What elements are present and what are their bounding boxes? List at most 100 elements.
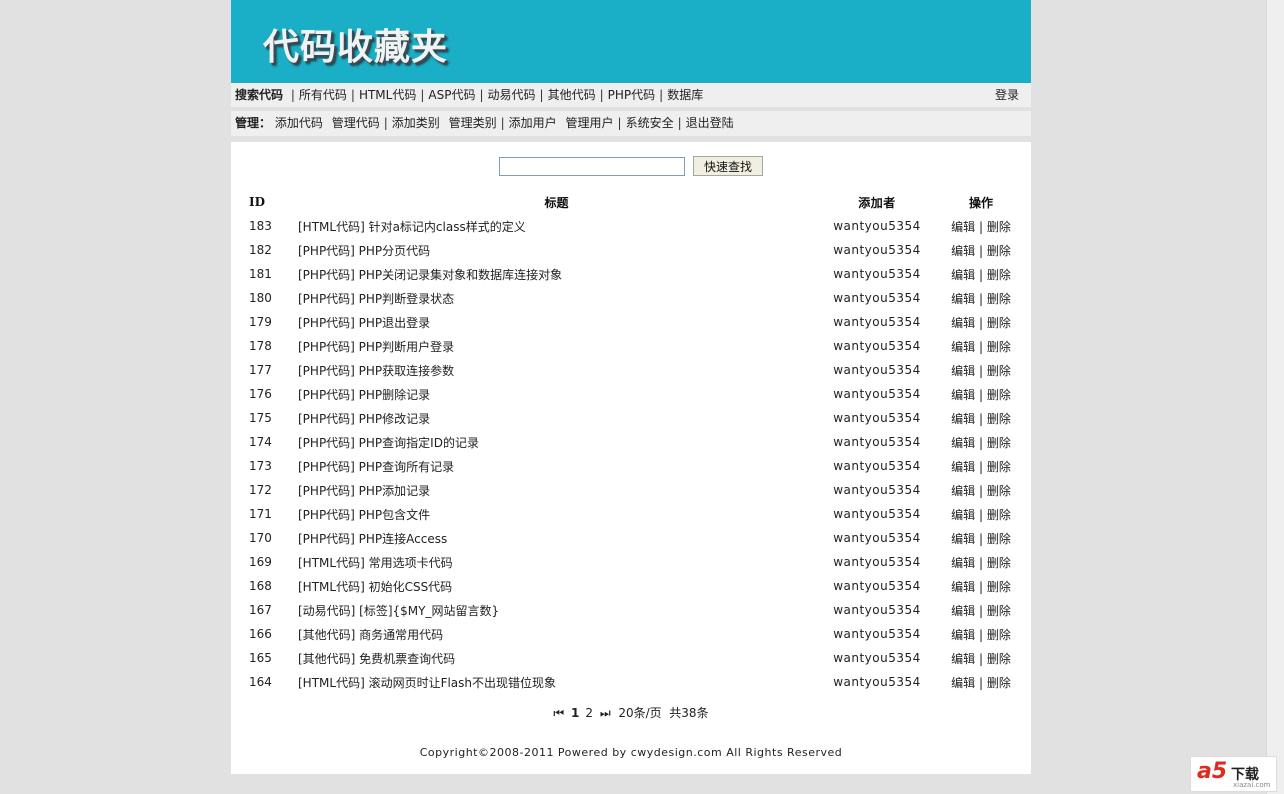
delete-link[interactable]: 删除 xyxy=(987,676,1011,690)
row-title-link[interactable]: [PHP代码] PHP添加记录 xyxy=(296,478,817,502)
row-title-link[interactable]: [PHP代码] PHP查询所有记录 xyxy=(296,454,817,478)
admin-nav-item[interactable]: 管理代码 xyxy=(332,116,380,130)
row-title-link[interactable]: [动易代码] [标签]{$MY_网站留言数} xyxy=(296,598,817,622)
delete-link[interactable]: 删除 xyxy=(987,652,1011,666)
nav-item[interactable]: HTML代码 xyxy=(359,88,416,102)
edit-link[interactable]: 编辑 xyxy=(951,436,975,450)
delete-link[interactable]: 删除 xyxy=(987,268,1011,282)
row-title[interactable]: [PHP代码] PHP判断登录状态 xyxy=(298,292,454,306)
edit-link[interactable]: 编辑 xyxy=(951,652,975,666)
edit-link[interactable]: 编辑 xyxy=(951,244,975,258)
quick-search-button[interactable]: 快速查找 xyxy=(693,156,763,176)
row-title-link[interactable]: [PHP代码] PHP删除记录 xyxy=(296,382,817,406)
row-title-link[interactable]: [其他代码] 商务通常用代码 xyxy=(296,622,817,646)
row-title-link[interactable]: [HTML代码] 常用选项卡代码 xyxy=(296,550,817,574)
nav-item[interactable]: 数据库 xyxy=(667,88,703,102)
admin-nav-item[interactable]: 添加类别 xyxy=(392,116,440,130)
delete-link[interactable]: 删除 xyxy=(987,508,1011,522)
row-title-link[interactable]: [HTML代码] 滚动网页时让Flash不出现错位现象 xyxy=(296,670,817,694)
row-title[interactable]: [PHP代码] PHP获取连接参数 xyxy=(298,364,454,378)
edit-link[interactable]: 编辑 xyxy=(951,364,975,378)
nav-item[interactable]: PHP代码 xyxy=(608,88,656,102)
search-code-label[interactable]: 搜索代码 xyxy=(235,88,283,102)
row-title-link[interactable]: [PHP代码] PHP连接Access xyxy=(296,526,817,550)
nav-item[interactable]: 其他代码 xyxy=(548,88,596,102)
row-title[interactable]: [其他代码] 商务通常用代码 xyxy=(298,628,443,642)
last-page-icon[interactable]: ⏭ xyxy=(600,706,611,720)
row-title-link[interactable]: [HTML代码] 初始化CSS代码 xyxy=(296,574,817,598)
delete-link[interactable]: 删除 xyxy=(987,604,1011,618)
edit-link[interactable]: 编辑 xyxy=(951,316,975,330)
first-page-icon[interactable]: ⏮ xyxy=(553,706,564,720)
row-title[interactable]: [PHP代码] PHP退出登录 xyxy=(298,316,430,330)
edit-link[interactable]: 编辑 xyxy=(951,220,975,234)
nav-item[interactable]: 所有代码 xyxy=(299,88,347,102)
edit-link[interactable]: 编辑 xyxy=(951,484,975,498)
delete-link[interactable]: 删除 xyxy=(987,316,1011,330)
edit-link[interactable]: 编辑 xyxy=(951,460,975,474)
delete-link[interactable]: 删除 xyxy=(987,556,1011,570)
nav-item[interactable]: 动易代码 xyxy=(488,88,536,102)
edit-link[interactable]: 编辑 xyxy=(951,532,975,546)
edit-link[interactable]: 编辑 xyxy=(951,412,975,426)
edit-link[interactable]: 编辑 xyxy=(951,268,975,282)
page-link[interactable]: 2 xyxy=(585,706,593,720)
row-title[interactable]: [PHP代码] PHP连接Access xyxy=(298,532,447,546)
row-title-link[interactable]: [PHP代码] PHP判断用户登录 xyxy=(296,334,817,358)
row-title-link[interactable]: [PHP代码] PHP分页代码 xyxy=(296,238,817,262)
current-page[interactable]: 1 xyxy=(571,706,579,720)
edit-link[interactable]: 编辑 xyxy=(951,388,975,402)
delete-link[interactable]: 删除 xyxy=(987,220,1011,234)
edit-link[interactable]: 编辑 xyxy=(951,676,975,690)
edit-link[interactable]: 编辑 xyxy=(951,292,975,306)
edit-link[interactable]: 编辑 xyxy=(951,628,975,642)
row-title[interactable]: [PHP代码] PHP分页代码 xyxy=(298,244,430,258)
delete-link[interactable]: 删除 xyxy=(987,628,1011,642)
site-logo[interactable]: 代码收藏夹 xyxy=(263,18,448,70)
row-title[interactable]: [PHP代码] PHP关闭记录集对象和数据库连接对象 xyxy=(298,268,562,282)
vertical-scrollbar[interactable] xyxy=(1266,0,1284,794)
row-title[interactable]: [HTML代码] 初始化CSS代码 xyxy=(298,580,452,594)
edit-link[interactable]: 编辑 xyxy=(951,580,975,594)
admin-nav-item[interactable]: 管理类别 xyxy=(449,116,497,130)
row-title[interactable]: [PHP代码] PHP包含文件 xyxy=(298,508,430,522)
delete-link[interactable]: 删除 xyxy=(987,388,1011,402)
edit-link[interactable]: 编辑 xyxy=(951,340,975,354)
row-title-link[interactable]: [PHP代码] PHP查询指定ID的记录 xyxy=(296,430,817,454)
delete-link[interactable]: 删除 xyxy=(987,292,1011,306)
edit-link[interactable]: 编辑 xyxy=(951,556,975,570)
row-title[interactable]: [PHP代码] PHP判断用户登录 xyxy=(298,340,454,354)
login-link[interactable]: 登录 xyxy=(995,83,1019,107)
row-title-link[interactable]: [PHP代码] PHP退出登录 xyxy=(296,310,817,334)
row-title[interactable]: [HTML代码] 滚动网页时让Flash不出现错位现象 xyxy=(298,676,556,690)
delete-link[interactable]: 删除 xyxy=(987,364,1011,378)
nav-item[interactable]: ASP代码 xyxy=(428,88,475,102)
row-title[interactable]: [PHP代码] PHP删除记录 xyxy=(298,388,430,402)
admin-nav-item[interactable]: 添加代码 xyxy=(275,116,323,130)
admin-nav-item[interactable]: 管理用户 xyxy=(566,116,614,130)
delete-link[interactable]: 删除 xyxy=(987,460,1011,474)
row-title-link[interactable]: [其他代码] 免费机票查询代码 xyxy=(296,646,817,670)
edit-link[interactable]: 编辑 xyxy=(951,604,975,618)
delete-link[interactable]: 删除 xyxy=(987,244,1011,258)
row-title[interactable]: [PHP代码] PHP查询指定ID的记录 xyxy=(298,436,479,450)
search-input[interactable] xyxy=(499,157,685,176)
delete-link[interactable]: 删除 xyxy=(987,412,1011,426)
delete-link[interactable]: 删除 xyxy=(987,436,1011,450)
row-title-link[interactable]: [PHP代码] PHP获取连接参数 xyxy=(296,358,817,382)
row-title[interactable]: [HTML代码] 常用选项卡代码 xyxy=(298,556,453,570)
delete-link[interactable]: 删除 xyxy=(987,484,1011,498)
row-title-link[interactable]: [PHP代码] PHP关闭记录集对象和数据库连接对象 xyxy=(296,262,817,286)
row-title-link[interactable]: [PHP代码] PHP判断登录状态 xyxy=(296,286,817,310)
delete-link[interactable]: 删除 xyxy=(987,580,1011,594)
row-title-link[interactable]: [HTML代码] 针对a标记内class样式的定义 xyxy=(296,214,817,238)
admin-nav-item[interactable]: 系统安全 xyxy=(626,116,674,130)
row-title-link[interactable]: [PHP代码] PHP包含文件 xyxy=(296,502,817,526)
row-title[interactable]: [动易代码] [标签]{$MY_网站留言数} xyxy=(298,604,499,618)
delete-link[interactable]: 删除 xyxy=(987,532,1011,546)
row-title[interactable]: [PHP代码] PHP添加记录 xyxy=(298,484,430,498)
row-title-link[interactable]: [PHP代码] PHP修改记录 xyxy=(296,406,817,430)
delete-link[interactable]: 删除 xyxy=(987,340,1011,354)
admin-nav-item[interactable]: 添加用户 xyxy=(509,116,557,130)
row-title[interactable]: [HTML代码] 针对a标记内class样式的定义 xyxy=(298,220,526,234)
